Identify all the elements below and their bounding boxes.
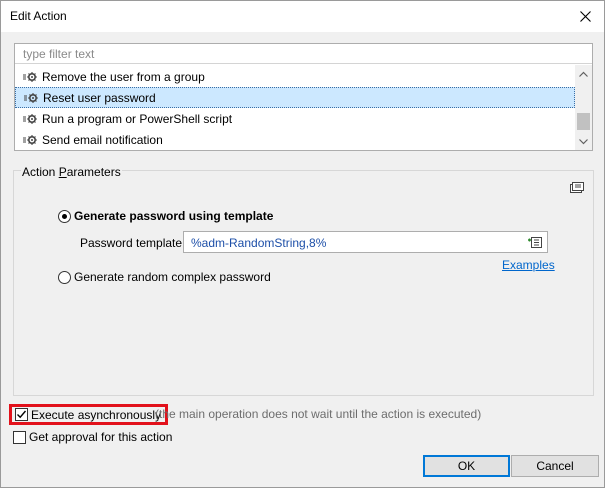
insert-value-icon [528, 237, 542, 248]
chevron-up-icon [579, 71, 588, 77]
action-gear-icon [23, 133, 40, 147]
random-option[interactable]: Generate random complex password [58, 270, 271, 284]
list-item-label: Send email notification [42, 132, 163, 147]
approval-label: Get approval for this action [29, 430, 173, 444]
scroll-up-button[interactable] [575, 65, 592, 82]
template-radio[interactable] [58, 209, 71, 223]
password-template-label: Password template: [80, 236, 186, 250]
list-item[interactable]: Run a program or PowerShell script [15, 108, 575, 129]
action-items: Remove the user from a group Reset user … [15, 66, 575, 150]
checkmark-icon [17, 410, 27, 419]
scroll-down-button[interactable] [575, 133, 592, 150]
password-template-field[interactable]: %adm-RandomString,8% [183, 231, 548, 253]
title-bar: Edit Action [1, 1, 604, 32]
action-list: Remove the user from a group Reset user … [14, 43, 593, 151]
examples-link[interactable]: Examples [502, 258, 555, 272]
execute-async-hint: (the main operation does not wait until … [155, 407, 482, 421]
execute-async-option[interactable]: Execute asynchronously [9, 404, 169, 425]
dialog-title: Edit Action [10, 9, 67, 23]
random-option-label: Generate random complex password [74, 270, 271, 284]
random-radio[interactable] [58, 270, 71, 284]
list-item-label: Run a program or PowerShell script [42, 111, 233, 126]
approval-option[interactable]: Get approval for this action [13, 430, 172, 444]
close-icon [579, 10, 591, 22]
edit-action-dialog: Edit Action Remove the user from a group… [0, 0, 605, 488]
password-template-value: %adm-RandomString,8% [191, 236, 327, 250]
cancel-button[interactable]: Cancel [511, 455, 599, 477]
list-item[interactable]: Remove the user from a group [15, 66, 575, 87]
insert-value-button[interactable] [526, 234, 544, 250]
execute-async-label: Execute asynchronously [31, 407, 162, 422]
vertical-scrollbar[interactable] [575, 65, 592, 150]
list-item-selected[interactable]: Reset user password [15, 87, 575, 108]
list-item[interactable]: Send email notification [15, 129, 575, 150]
execute-async-checkbox[interactable] [15, 408, 28, 421]
filter-input[interactable] [15, 44, 592, 64]
template-option[interactable]: Generate password using template [58, 209, 273, 223]
template-option-label: Generate password using template [74, 209, 274, 223]
scroll-thumb[interactable] [577, 113, 590, 130]
approval-checkbox[interactable] [13, 430, 26, 444]
action-gear-icon [24, 91, 41, 105]
ok-button[interactable]: OK [423, 455, 510, 477]
list-item-label: Reset user password [43, 90, 156, 105]
action-gear-icon [23, 70, 40, 84]
list-item-label: Remove the user from a group [42, 69, 205, 84]
chevron-down-icon [579, 138, 588, 144]
collapse-panel-icon[interactable] [569, 181, 585, 195]
action-parameters-legend: Action Parameters [21, 165, 122, 179]
close-button[interactable] [576, 7, 594, 25]
action-gear-icon [23, 112, 40, 126]
